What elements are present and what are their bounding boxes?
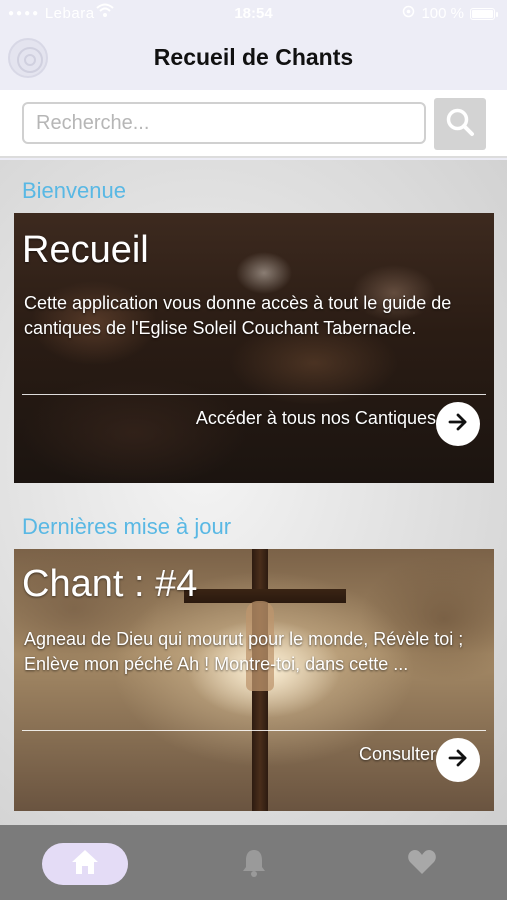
welcome-card[interactable]: Recueil Cette application vous donne acc…: [14, 213, 494, 483]
tab-favorites[interactable]: [401, 843, 443, 885]
home-icon: [70, 848, 100, 881]
latest-card-title: Chant : #4: [22, 563, 198, 605]
status-right: 100 %: [402, 5, 498, 22]
latest-song-card[interactable]: Chant : #4 Agneau de Dieu qui mourut pou…: [14, 549, 494, 811]
status-bar: ●●●● Lebara 18:54 100 %: [0, 0, 507, 28]
welcome-card-title: Recueil: [22, 229, 149, 271]
app-header: ●●●● Lebara 18:54 100 % Recueil de Chant…: [0, 0, 507, 90]
card-divider: [22, 394, 486, 395]
battery-icon: [470, 7, 498, 20]
consult-arrow-button[interactable]: [436, 738, 480, 782]
main-content: Bienvenue Recueil Cette application vous…: [0, 160, 507, 825]
welcome-section-title: Bienvenue: [22, 178, 126, 203]
consult-link[interactable]: Consulter: [359, 744, 436, 765]
latest-section-title: Dernières mise à jour: [22, 514, 232, 539]
tab-notifications[interactable]: [233, 843, 275, 885]
heart-icon: [407, 848, 437, 881]
arrow-right-icon: [446, 746, 470, 775]
orientation-lock-icon: [402, 5, 415, 22]
search-bar: [0, 90, 507, 158]
search-button[interactable]: [434, 98, 486, 150]
arrow-right-icon: [446, 410, 470, 439]
all-hymns-link[interactable]: Accéder à tous nos Cantiques: [196, 408, 436, 429]
welcome-card-description: Cette application vous donne accès à tou…: [24, 293, 452, 338]
card-divider: [22, 730, 486, 731]
search-input[interactable]: [22, 102, 426, 144]
tab-home[interactable]: [42, 843, 128, 885]
tab-bar: [0, 825, 507, 900]
latest-card-description: Agneau de Dieu qui mourut pour le monde,…: [24, 629, 464, 674]
page-title: Recueil de Chants: [153, 44, 354, 70]
bell-icon: [241, 847, 267, 882]
search-icon: [445, 107, 475, 142]
all-hymns-arrow-button[interactable]: [436, 402, 480, 446]
battery-label: 100 %: [421, 5, 464, 22]
